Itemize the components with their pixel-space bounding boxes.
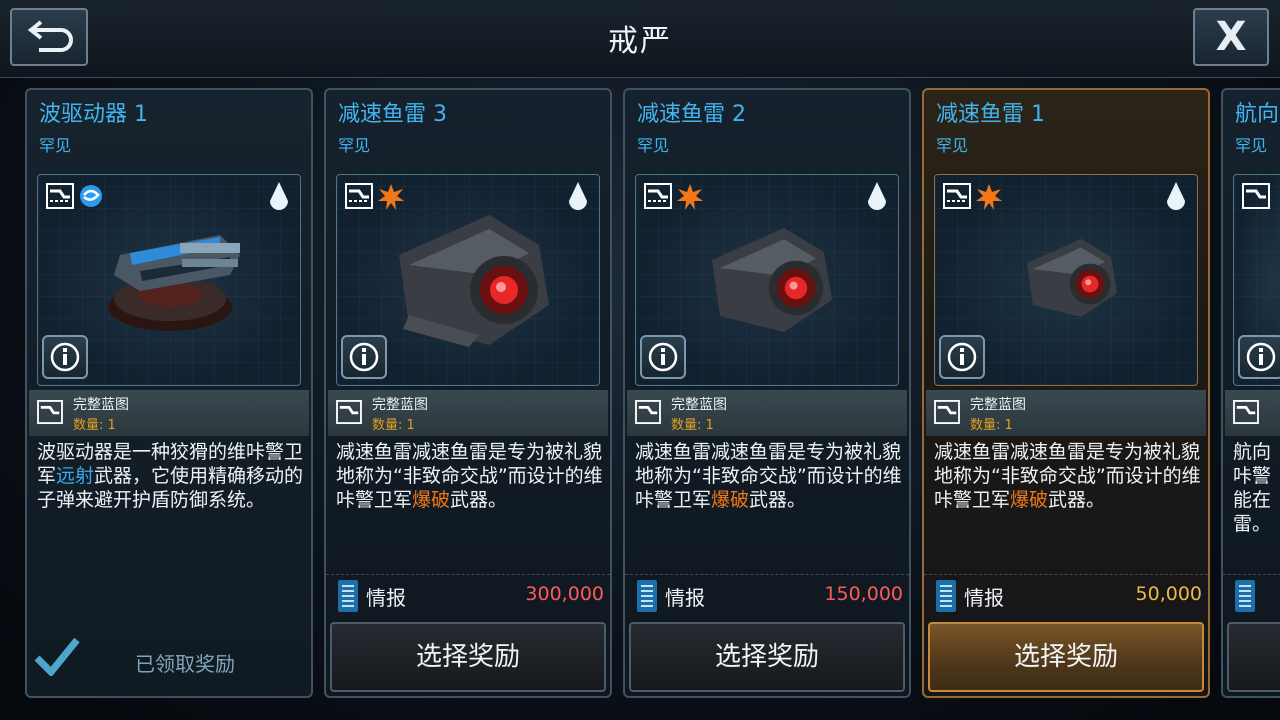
claimed-label: 已领取奖励 [135, 652, 235, 676]
explosive-icon [976, 184, 1002, 210]
blueprint-title: 完整蓝图 [73, 397, 129, 413]
blueprint-row: 完整蓝图 数量: 1 [627, 390, 907, 436]
reward-card-3[interactable]: 减速鱼雷 2 罕见 完整蓝图 数量: 1 减速鱼雷减速鱼雷是专为被礼貌地称为“非… [623, 88, 911, 698]
cost-value: 300,000 [525, 583, 604, 605]
select-reward-button[interactable]: 选择奖励 [928, 622, 1204, 692]
cost-row [1223, 574, 1280, 614]
intel-icon [637, 580, 657, 612]
card-rarity: 罕见 [936, 136, 969, 155]
blueprint-icon [943, 183, 971, 209]
item-preview [934, 174, 1198, 386]
item-preview [635, 174, 899, 386]
blueprint-quantity: 数量: 1 [372, 418, 415, 433]
intel-label: 情报 [366, 586, 406, 610]
select-reward-button[interactable] [1227, 622, 1280, 692]
reward-card-2[interactable]: 减速鱼雷 3 罕见 完整蓝图 数量: 1 减速鱼雷减速鱼雷是专为被礼貌地称为“非… [324, 88, 612, 698]
blueprint-quantity: 数量: 1 [970, 418, 1013, 433]
info-icon [947, 342, 977, 372]
top-bar: 戒严 X [0, 0, 1280, 78]
close-icon: X [1215, 14, 1247, 60]
torpedo-weapon-image [712, 228, 832, 332]
intel-label: 情报 [964, 586, 1004, 610]
blueprint-icon [336, 400, 362, 424]
card-name: 减速鱼雷 3 [338, 102, 447, 127]
blueprint-icon [1233, 400, 1259, 424]
reward-card-5-partial[interactable]: 航向 罕见 航向 咔警 能在 雷。 [1221, 88, 1280, 698]
card-rarity: 罕见 [1235, 136, 1268, 155]
weapon-type-keyword: 爆破 [412, 489, 451, 511]
weapon-type-keyword: 爆破 [1010, 489, 1049, 511]
item-description: 波驱动器是一种狡猾的维咔警卫军远射武器，它使用精确移动的子弹来避开护盾防御系统。 [37, 441, 304, 511]
blueprint-icon [37, 400, 63, 424]
torpedo-weapon-image [1027, 239, 1117, 317]
drop-icon [569, 182, 587, 210]
select-reward-button[interactable]: 选择奖励 [330, 622, 606, 692]
drop-icon [1167, 182, 1185, 210]
intel-icon [1235, 580, 1255, 612]
cost-row: 情报 150,000 [625, 574, 909, 614]
blueprint-icon [635, 400, 661, 424]
card-name: 减速鱼雷 2 [637, 102, 746, 127]
info-button[interactable] [640, 335, 686, 379]
blueprint-quantity: 数量: 1 [73, 418, 116, 433]
card-name: 航向 [1235, 102, 1280, 127]
item-description: 减速鱼雷减速鱼雷是专为被礼貌地称为“非致命交战”而设计的维咔警卫军爆破武器。 [635, 441, 902, 511]
blueprint-row: 完整蓝图 数量: 1 [926, 390, 1206, 436]
blueprint-title: 完整蓝图 [671, 397, 727, 413]
check-icon [34, 637, 80, 676]
cost-value: 150,000 [824, 583, 903, 605]
item-description: 减速鱼雷减速鱼雷是专为被礼貌地称为“非致命交战”而设计的维咔警卫军爆破武器。 [336, 441, 603, 511]
blueprint-row: 完整蓝图 数量: 1 [29, 390, 309, 436]
drop-icon [270, 182, 288, 210]
blueprint-icon [934, 400, 960, 424]
card-rarity: 罕见 [637, 136, 670, 155]
cost-row: 情报 50,000 [924, 574, 1208, 614]
info-icon [50, 342, 80, 372]
info-button[interactable] [341, 335, 387, 379]
card-name: 减速鱼雷 1 [936, 102, 1045, 127]
close-button[interactable]: X [1193, 8, 1269, 66]
item-description: 航向 咔警 能在 雷。 [1233, 441, 1272, 535]
item-preview [336, 174, 600, 386]
info-button[interactable] [42, 335, 88, 379]
card-rarity: 罕见 [39, 136, 72, 155]
info-icon [1246, 342, 1276, 372]
info-button[interactable] [939, 335, 985, 379]
blueprint-row: 完整蓝图 数量: 1 [328, 390, 608, 436]
cost-row: 情报 300,000 [326, 574, 610, 614]
intel-icon [338, 580, 358, 612]
info-icon [349, 342, 379, 372]
reward-card-4[interactable]: 减速鱼雷 1 罕见 完整蓝图 数量: 1 减速鱼雷减速鱼雷是专为被礼貌地称为“非… [922, 88, 1210, 698]
explosive-icon [677, 184, 703, 210]
cost-value: 50,000 [1135, 583, 1202, 605]
claimed-status: 已领取奖励 [31, 636, 307, 686]
blueprint-icon [1242, 183, 1270, 209]
reward-card-1[interactable]: 波驱动器 1 罕见 完整蓝图 数量: 1 波驱动器是一种狡猾的维咔警卫军远射武器… [25, 88, 313, 698]
card-name: 波驱动器 1 [39, 102, 148, 127]
wave-drive-weapon-image [108, 235, 240, 331]
info-button[interactable] [1238, 335, 1280, 379]
weapon-type-keyword: 远射 [56, 465, 95, 487]
select-reward-button[interactable]: 选择奖励 [629, 622, 905, 692]
blueprint-title: 完整蓝图 [372, 397, 428, 413]
blueprint-title: 完整蓝图 [970, 397, 1026, 413]
page-title: 戒严 [608, 24, 672, 59]
item-preview [1233, 174, 1280, 386]
info-icon [648, 342, 678, 372]
drop-icon [868, 182, 886, 210]
card-rarity: 罕见 [338, 136, 371, 155]
torpedo-weapon-image [399, 215, 549, 347]
blueprint-row [1225, 390, 1280, 436]
blueprint-icon [644, 183, 672, 209]
blueprint-quantity: 数量: 1 [671, 418, 714, 433]
weapon-type-keyword: 爆破 [711, 489, 750, 511]
intel-icon [936, 580, 956, 612]
item-preview [37, 174, 301, 386]
intel-label: 情报 [665, 586, 705, 610]
item-description: 减速鱼雷减速鱼雷是专为被礼貌地称为“非致命交战”而设计的维咔警卫军爆破武器。 [934, 441, 1201, 511]
